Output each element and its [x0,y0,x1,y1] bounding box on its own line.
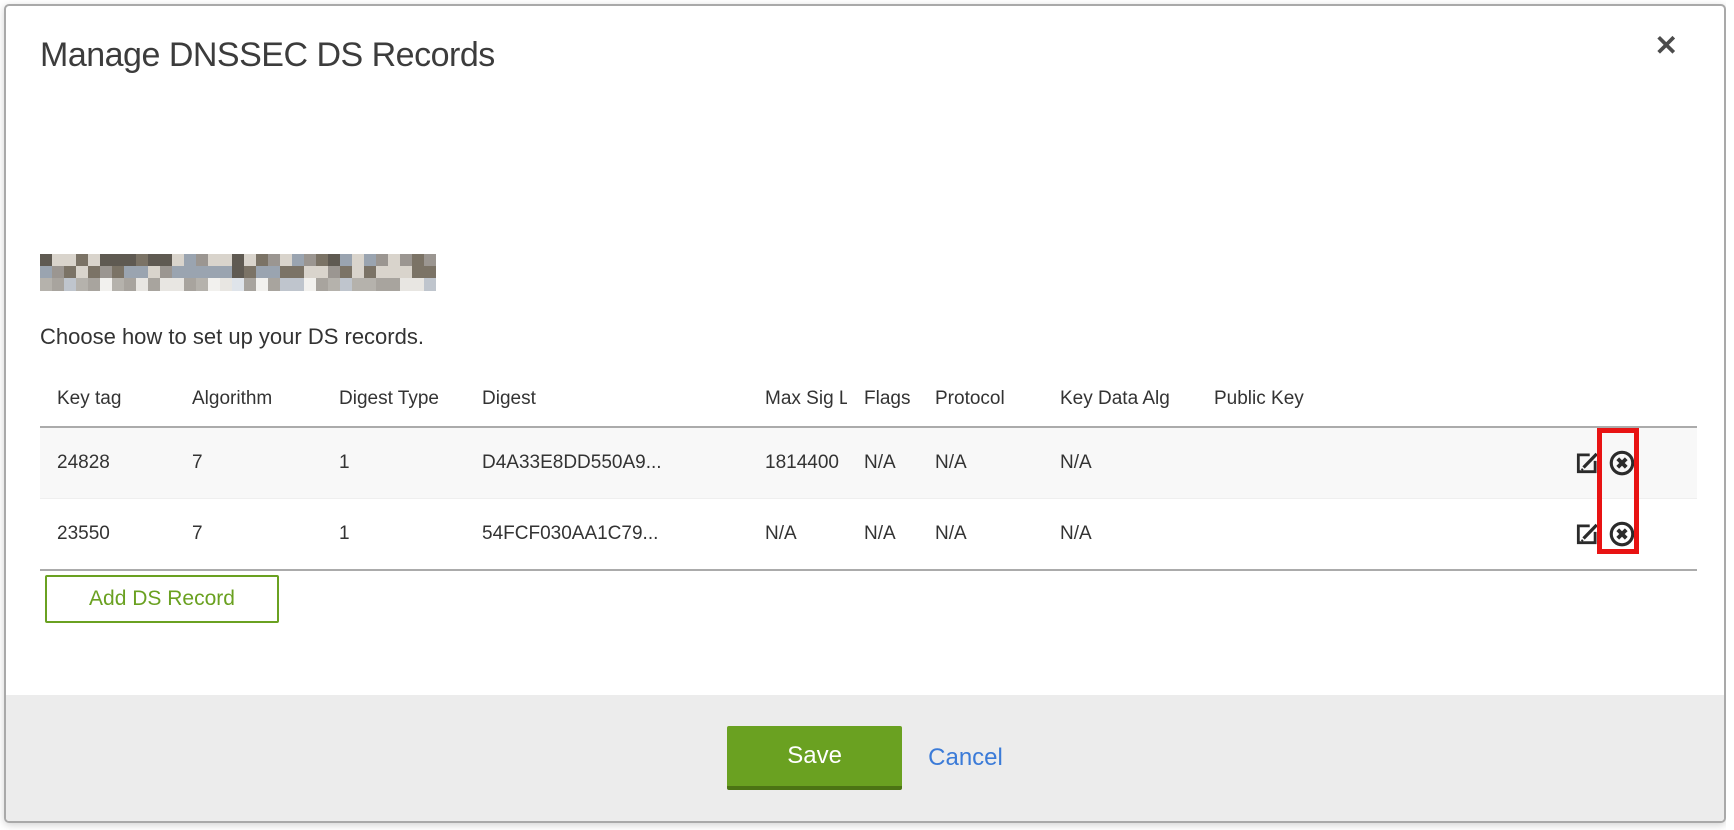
column-header-algorithm: Algorithm [175,377,322,427]
cell-key-data-alg: N/A [1043,427,1197,499]
column-header-flags: Flags [847,377,918,427]
instruction-text: Choose how to set up your DS records. [40,324,424,350]
column-header-key-tag: Key tag [40,377,175,427]
column-header-digest: Digest [465,377,748,427]
close-button[interactable]: ✕ [1651,28,1682,64]
cell-max-sig-life: N/A [748,499,847,571]
edit-record-icon[interactable] [1574,450,1600,476]
close-icon: ✕ [1655,30,1678,61]
delete-record-icon[interactable] [1607,448,1637,478]
ds-records-table: Key tagAlgorithmDigest TypeDigestMax Sig… [40,377,1697,571]
column-header-key-data-alg: Key Data Alg [1043,377,1197,427]
column-header-max-sig-life: Max Sig Life [748,377,847,427]
cell-protocol: N/A [918,499,1043,571]
cell-key-tag: 23550 [40,499,175,571]
delete-record-icon[interactable] [1607,519,1637,549]
cell-key-tag: 24828 [40,427,175,499]
cell-algorithm: 7 [175,499,322,571]
cell-algorithm: 7 [175,427,322,499]
cell-digest: 54FCF030AA1C79... [465,499,748,571]
column-header-public-key: Public Key [1197,377,1527,427]
column-header-digest-type: Digest Type [322,377,465,427]
redacted-domain-name [40,254,436,291]
cell-flags: N/A [847,499,918,571]
cell-digest-type: 1 [322,499,465,571]
dialog-footer: Save Cancel [6,695,1724,821]
cancel-link[interactable]: Cancel [928,744,1003,772]
save-button[interactable]: Save [727,726,902,790]
ds-record-row: 2482871D4A33E8DD550A9...1814400N/AN/AN/A [40,427,1697,499]
cell-key-data-alg: N/A [1043,499,1197,571]
cell-public-key [1197,427,1527,499]
table-header-row: Key tagAlgorithmDigest TypeDigestMax Sig… [40,377,1697,427]
dnssec-ds-records-dialog: Manage DNSSEC DS Records ✕ Choose how to… [4,4,1726,823]
ds-record-row: 235507154FCF030AA1C79...N/AN/AN/AN/A [40,499,1697,571]
row-actions [1527,499,1697,571]
cell-digest-type: 1 [322,427,465,499]
cell-max-sig-life: 1814400 [748,427,847,499]
cell-public-key [1197,499,1527,571]
edit-record-icon[interactable] [1574,521,1600,547]
ds-records-table-wrap: Key tagAlgorithmDigest TypeDigestMax Sig… [40,377,1697,571]
cell-flags: N/A [847,427,918,499]
row-actions [1527,427,1697,499]
page-title: Manage DNSSEC DS Records [40,36,495,75]
column-header-protocol: Protocol [918,377,1043,427]
cell-protocol: N/A [918,427,1043,499]
cell-digest: D4A33E8DD550A9... [465,427,748,499]
page-right-gutter [1726,0,1734,830]
add-ds-record-button[interactable]: Add DS Record [45,575,279,623]
